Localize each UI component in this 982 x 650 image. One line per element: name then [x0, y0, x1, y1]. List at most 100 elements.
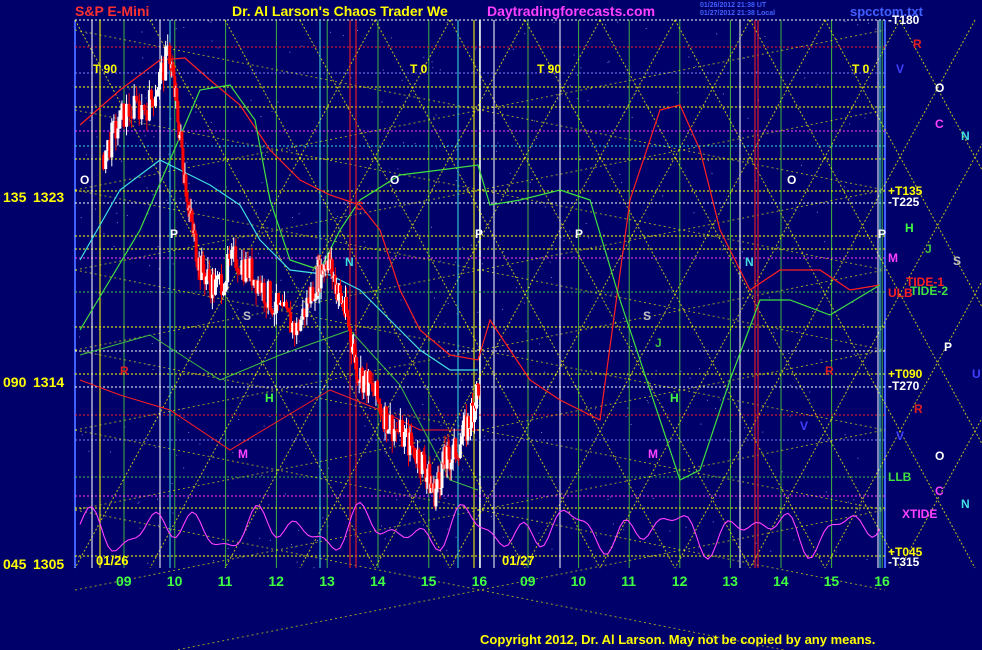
- candle-body: [313, 298, 317, 302]
- star-dot: [768, 296, 770, 298]
- star-dot: [676, 92, 678, 94]
- y-label-045: 045: [3, 556, 27, 572]
- star-dot: [652, 497, 654, 499]
- star-dot: [431, 61, 433, 63]
- star-dot: [186, 161, 188, 163]
- star-dot: [462, 469, 464, 471]
- star-dot: [623, 529, 625, 531]
- y-label-090: 090: [3, 374, 27, 390]
- star-dot: [141, 31, 143, 33]
- hour-tick-label: 15: [824, 573, 840, 589]
- star-dot: [330, 31, 332, 33]
- star-dot: [152, 369, 154, 370]
- hour-tick-label: 14: [370, 573, 386, 589]
- star-dot: [557, 98, 559, 100]
- star-dot: [305, 448, 307, 450]
- star-dot: [113, 245, 115, 247]
- star-dot: [544, 371, 546, 373]
- date-label-0127: 01/27: [502, 553, 535, 568]
- star-dot: [291, 544, 292, 546]
- star-dot: [175, 28, 177, 30]
- star-dot: [227, 548, 229, 549]
- star-dot: [591, 550, 593, 552]
- star-dot: [289, 51, 291, 53]
- candle-body: [287, 308, 291, 313]
- star-dot: [588, 237, 590, 239]
- star-dot: [172, 263, 174, 265]
- star-dot: [683, 448, 684, 450]
- star-dot: [589, 474, 591, 476]
- star-dot: [835, 551, 837, 553]
- star-dot: [188, 432, 190, 433]
- star-dot: [731, 431, 733, 433]
- hour-tick-label: 12: [672, 573, 688, 589]
- star-dot: [80, 217, 82, 219]
- star-dot: [171, 483, 173, 485]
- star-dot: [716, 33, 718, 35]
- legend-glyph-c: C: [935, 117, 944, 131]
- y-price-1305: 1305: [33, 556, 64, 572]
- star-dot: [824, 241, 826, 243]
- legend-glyph-v: V: [896, 62, 904, 76]
- star-dot: [579, 155, 581, 157]
- candle-body: [355, 357, 359, 380]
- star-dot: [462, 556, 464, 558]
- star-dot: [151, 343, 153, 345]
- candle-body: [234, 246, 238, 268]
- star-dot: [689, 377, 691, 379]
- star-dot: [608, 60, 610, 62]
- star-dot: [250, 99, 252, 101]
- candle-body: [230, 249, 234, 259]
- star-dot: [495, 150, 497, 152]
- date-label-0126: 01/26: [96, 553, 129, 568]
- candle-body: [142, 104, 146, 111]
- star-dot: [400, 299, 402, 301]
- star-dot: [552, 245, 554, 247]
- star-dot: [695, 65, 697, 67]
- star-dot: [357, 30, 358, 31]
- star-dot: [607, 62, 609, 63]
- star-dot: [85, 154, 87, 156]
- star-dot: [455, 536, 457, 538]
- star-dot: [744, 427, 746, 429]
- star-dot: [462, 247, 464, 249]
- star-dot: [389, 156, 391, 158]
- star-dot: [563, 240, 565, 242]
- star-dot: [512, 48, 514, 50]
- star-dot: [612, 523, 614, 525]
- star-dot: [770, 550, 772, 552]
- star-dot: [142, 57, 144, 59]
- star-dot: [748, 349, 749, 351]
- star-dot: [146, 187, 148, 189]
- star-dot: [217, 47, 219, 49]
- star-dot: [183, 27, 185, 28]
- star-dot: [288, 149, 290, 151]
- y-label-135: 135: [3, 189, 27, 205]
- star-dot: [423, 513, 425, 515]
- star-dot: [385, 453, 387, 455]
- star-dot: [864, 117, 866, 119]
- star-dot: [86, 32, 88, 34]
- star-dot: [662, 195, 664, 197]
- star-dot: [147, 562, 149, 564]
- star-dot: [580, 67, 582, 69]
- star-dot: [550, 382, 551, 384]
- star-dot: [490, 515, 492, 517]
- star-dot: [617, 21, 618, 23]
- star-dot: [728, 440, 730, 442]
- star-dot: [524, 33, 526, 35]
- star-dot: [744, 57, 745, 59]
- star-dot: [431, 226, 432, 228]
- star-dot: [258, 329, 260, 331]
- legend-glyph-h: H: [905, 221, 914, 235]
- time-marker-t0-a: T 0: [410, 62, 428, 76]
- hour-tick-label: 10: [167, 573, 183, 589]
- star-dot: [271, 111, 273, 113]
- star-dot: [444, 498, 446, 499]
- star-dot: [422, 524, 424, 526]
- star-dot: [849, 123, 851, 125]
- candle-body: [272, 313, 276, 315]
- star-dot: [249, 235, 251, 237]
- right-label: -T315: [888, 555, 920, 569]
- star-dot: [116, 212, 118, 214]
